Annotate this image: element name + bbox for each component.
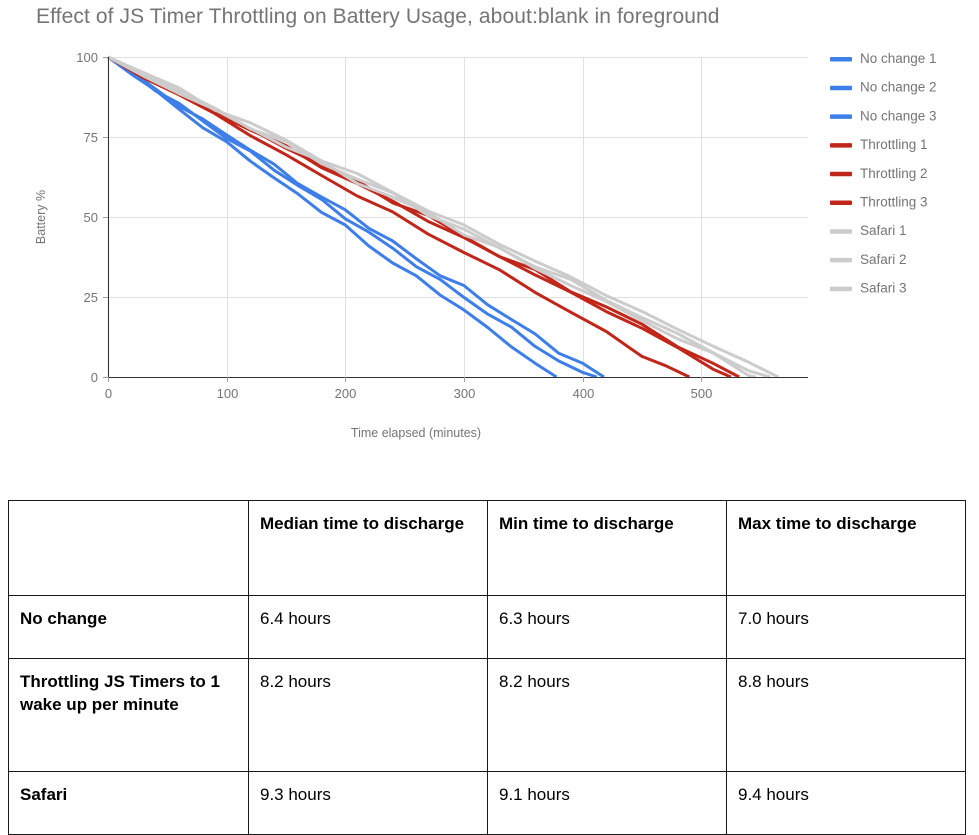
cell-no-change-min: 6.3 hours: [487, 595, 727, 659]
legend-swatch[interactable]: [830, 229, 852, 234]
cell-throttling-max: 8.8 hours: [726, 658, 966, 772]
row-label-throttling: Throttling JS Timers to 1 wake up per mi…: [8, 658, 249, 772]
x-tick-label: 500: [691, 386, 713, 401]
legend-label[interactable]: No change 2: [860, 80, 937, 95]
chart-legend: No change 1 No change 2 No change 3 Throttl…: [830, 51, 937, 296]
legend-label[interactable]: Safari 1: [860, 223, 907, 238]
y-tick-label: 75: [84, 130, 98, 145]
table-row: No change 6.4 hours 6.3 hours 7.0 hours: [8, 595, 966, 659]
cell-throttling-min: 8.2 hours: [487, 658, 727, 772]
column-header-min: Min time to discharge: [487, 500, 727, 596]
legend-label[interactable]: Safari 3: [860, 281, 907, 296]
y-tick-label: 100: [76, 50, 98, 65]
cell-no-change-max: 7.0 hours: [726, 595, 966, 659]
legend-swatch[interactable]: [830, 171, 852, 177]
column-header-median: Median time to discharge: [248, 500, 488, 596]
cell-safari-max: 9.4 hours: [726, 771, 966, 835]
table-corner-cell: [8, 500, 249, 596]
y-tick-label: 50: [84, 210, 98, 225]
axis-titles: Time elapsed (minutes) Battery %: [34, 190, 481, 440]
battery-discharge-line-chart: 0 25 50 75 100 0 100 200 300 400 500 Time elapsed …: [34, 50, 937, 440]
discharge-stats-table: Median time to discharge Min time to dis…: [8, 500, 966, 835]
x-axis-title: Time elapsed (minutes): [351, 426, 481, 440]
y-axis-title: Battery %: [34, 190, 48, 244]
chart-figure: Effect of JS Timer Throttling on Battery…: [0, 0, 979, 455]
column-header-max: Max time to discharge: [726, 500, 966, 596]
legend-label[interactable]: Throttling 2: [860, 166, 928, 181]
legend-label[interactable]: Throttling 3: [860, 195, 928, 210]
y-tick-label: 25: [84, 290, 98, 305]
cell-no-change-median: 6.4 hours: [248, 595, 488, 659]
legend-swatch[interactable]: [830, 114, 852, 119]
cell-safari-median: 9.3 hours: [248, 771, 488, 835]
table-row: Throttling JS Timers to 1 wake up per mi…: [8, 658, 966, 772]
table-row: Safari 9.3 hours 9.1 hours 9.4 hours: [8, 771, 966, 835]
x-tick-label: 200: [335, 386, 357, 401]
legend-label[interactable]: No change 1: [860, 51, 937, 66]
x-tick-label: 100: [217, 386, 239, 401]
cell-throttling-median: 8.2 hours: [248, 658, 488, 772]
x-tick-label: 0: [105, 386, 112, 401]
legend-label[interactable]: Throttling 1: [860, 137, 928, 152]
row-label-no-change: No change: [8, 595, 249, 659]
legend-swatch[interactable]: [830, 143, 852, 148]
legend-swatch[interactable]: [830, 85, 852, 91]
legend-swatch[interactable]: [830, 200, 852, 206]
legend-swatch[interactable]: [830, 57, 852, 62]
legend-label[interactable]: No change 3: [860, 108, 937, 123]
row-label-safari: Safari: [8, 771, 249, 835]
table-header-row: Median time to discharge Min time to dis…: [8, 500, 966, 596]
x-tick-label: 300: [454, 386, 476, 401]
y-tick-label: 0: [91, 370, 98, 385]
x-tick-label: 400: [573, 386, 595, 401]
legend-swatch[interactable]: [830, 257, 852, 263]
legend-swatch[interactable]: [830, 286, 852, 292]
cell-safari-min: 9.1 hours: [487, 771, 727, 835]
legend-label[interactable]: Safari 2: [860, 252, 907, 267]
grid-lines: [108, 57, 808, 377]
